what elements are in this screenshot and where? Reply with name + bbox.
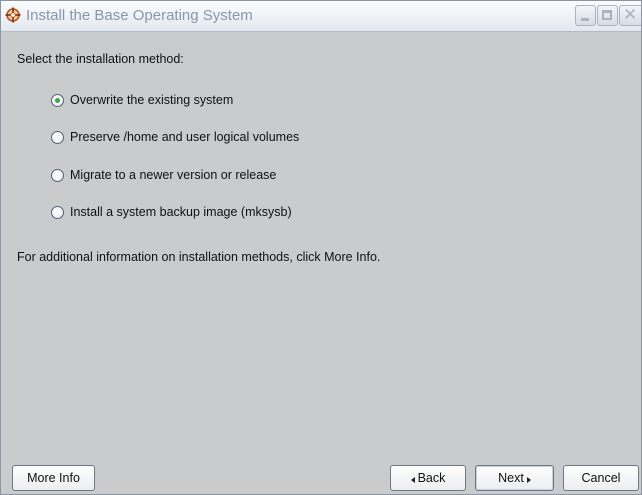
option-mksysb-label[interactable]: Install a system backup image (mksysb) [70,205,292,219]
close-button[interactable]: ✕ [619,5,641,26]
title-bar[interactable]: Install the Base Operating System ✕ [1,1,641,32]
crosshair-globe-icon [5,7,21,23]
option-overwrite-label[interactable]: Overwrite the existing system [70,93,233,107]
next-button-label: Next [498,471,524,485]
minimize-button[interactable] [575,5,596,26]
installer-window: Install the Base Operating System ✕ Sele… [0,0,642,495]
minimize-icon [581,18,589,21]
maximize-button[interactable] [597,5,618,26]
maximize-icon [602,10,612,20]
installation-method-prompt: Select the installation method: [17,52,184,66]
radio-mksysb[interactable] [51,206,64,219]
radio-overwrite[interactable] [51,94,64,107]
back-button[interactable]: Back [390,465,466,491]
more-info-button-label: More Info [27,471,80,485]
more-info-hint: For additional information on installati… [17,250,381,264]
radio-preserve[interactable] [51,131,64,144]
arrow-left-icon [410,476,415,483]
option-preserve-label[interactable]: Preserve /home and user logical volumes [70,130,299,144]
arrow-right-icon [526,476,531,483]
option-migrate-label[interactable]: Migrate to a newer version or release [70,168,276,182]
cancel-button[interactable]: Cancel [563,465,639,491]
back-button-label: Back [417,471,446,485]
radio-migrate[interactable] [51,169,64,182]
window-title: Install the Base Operating System [26,7,253,24]
next-button[interactable]: Next [475,465,554,491]
close-icon: ✕ [623,5,638,25]
cancel-button-label: Cancel [581,471,621,485]
more-info-button[interactable]: More Info [12,465,95,491]
